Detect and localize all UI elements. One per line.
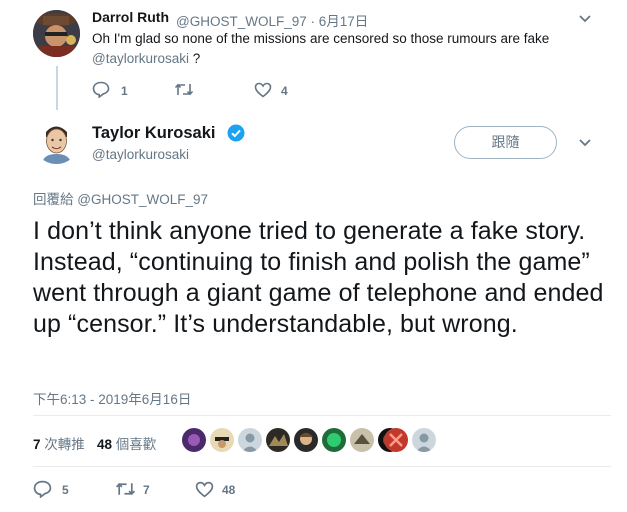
replying-to-line: 回覆給 @GHOST_WOLF_97: [33, 188, 208, 208]
retweets-count: 7: [33, 437, 41, 452]
replying-to-handle[interactable]: @GHOST_WOLF_97: [77, 192, 208, 207]
avatar-taylor-kurosaki[interactable]: [33, 117, 80, 164]
chevron-down-icon[interactable]: [578, 14, 592, 24]
retweets-stat[interactable]: 7 次轉推: [33, 433, 85, 453]
liker-avatar[interactable]: [266, 428, 290, 452]
mention-link[interactable]: @taylorkurosaki: [92, 51, 189, 66]
divider-top: [33, 415, 611, 416]
likes-count: 48: [97, 437, 113, 452]
reply-icon[interactable]: [92, 81, 110, 98]
retweet-icon[interactable]: [115, 481, 136, 497]
retweet-icon[interactable]: [174, 82, 194, 97]
reply-author-name[interactable]: Darrol Ruth: [92, 9, 169, 25]
reply-icon[interactable]: [33, 480, 52, 498]
likes-stat[interactable]: 48 個喜歡: [97, 433, 156, 453]
replying-to-prefix: 回覆給: [33, 192, 78, 207]
like-icon[interactable]: [195, 481, 214, 498]
main-author-name[interactable]: Taylor Kurosaki: [92, 124, 215, 143]
liker-avatar-default[interactable]: [412, 428, 436, 452]
liker-avatar[interactable]: [350, 428, 374, 452]
reply-tweet-reply-count: 1: [121, 84, 128, 98]
main-reply-count: 5: [62, 483, 69, 497]
divider-bottom: [33, 466, 611, 467]
reply-tweet-like-count: 4: [281, 84, 288, 98]
liker-avatar-default[interactable]: [238, 428, 262, 452]
chevron-down-icon[interactable]: [578, 138, 592, 148]
verified-badge-icon: [227, 124, 245, 142]
liker-avatar[interactable]: [294, 428, 318, 452]
main-tweet-text: I don’t think anyone tried to generate a…: [33, 217, 604, 338]
liker-avatar[interactable]: [384, 428, 408, 452]
retweets-label: 次轉推: [40, 437, 85, 452]
reply-author-handle-date[interactable]: @GHOST_WOLF_97 · 6月17日: [176, 10, 368, 30]
reply-tweet-text: Oh I'm glad so none of the missions are …: [92, 31, 550, 46]
main-like-count: 48: [222, 483, 236, 497]
likes-label: 個喜歡: [112, 437, 157, 452]
mention-suffix: ?: [189, 51, 201, 66]
main-retweet-count: 7: [143, 483, 150, 497]
tweet-timestamp[interactable]: 下午6:13 - 2019年6月16日: [33, 388, 191, 408]
avatar-darrol-ruth[interactable]: [33, 10, 80, 57]
like-icon[interactable]: [254, 82, 272, 98]
liker-avatar[interactable]: [182, 428, 206, 452]
liker-avatar[interactable]: [210, 428, 234, 452]
follow-button[interactable]: 跟隨: [454, 126, 557, 159]
liker-avatar[interactable]: [322, 428, 346, 452]
thread-connector-line: [56, 66, 58, 110]
reply-tweet-mention-line: @taylorkurosaki ?: [92, 51, 200, 66]
main-author-handle[interactable]: @taylorkurosaki: [92, 147, 189, 162]
